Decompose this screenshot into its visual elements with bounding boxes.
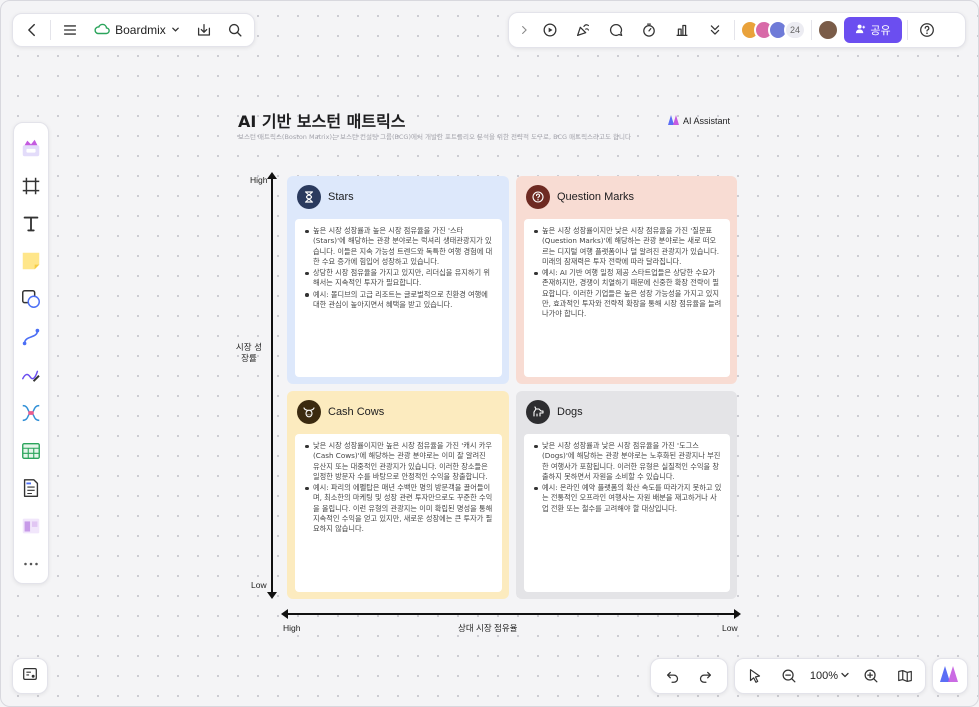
- left-toolbar: [13, 122, 49, 584]
- bullet-item: 높은 시장 성장률과 높은 시장 점유율을 가진 '스타(Stars)'에 해당…: [303, 226, 494, 267]
- y-axis-title: 시장 성장률: [235, 343, 263, 364]
- quadrant-dogs[interactable]: Dogs 낮은 시장 성장률과 낮은 시장 점유율을 가진 '도그스(Dogs)…: [516, 391, 737, 599]
- share-label: 공유: [870, 24, 891, 37]
- quadrant-title: Question Marks: [557, 191, 635, 203]
- quadrant-cash-cows[interactable]: Cash Cows 낮은 시장 성장률이지만 높은 시장 점유율을 가진 '캐시…: [287, 391, 509, 599]
- templates-icon[interactable]: [13, 129, 49, 167]
- bullet-item: 상당한 시장 점유율을 가지고 있지만, 리더십을 유지하기 위해서는 지속적인…: [303, 268, 494, 289]
- quadrant-content: 높은 시장 성장률과 높은 시장 점유율을 가진 '스타(Stars)'에 해당…: [295, 219, 502, 377]
- reaction-icon[interactable]: [569, 16, 597, 44]
- y-axis-high-label: High: [250, 175, 268, 185]
- question-icon: [526, 185, 550, 209]
- divider: [811, 20, 812, 40]
- mind-map-icon[interactable]: [13, 394, 49, 432]
- x-axis-title: 상대 시장 점유율: [458, 623, 518, 633]
- user-add-icon: [855, 23, 866, 37]
- ai-assistant-label: AI Assistant: [683, 116, 731, 126]
- cloud-icon: [94, 23, 110, 38]
- boardmix-ai-icon: [940, 666, 960, 686]
- help-icon[interactable]: [913, 16, 941, 44]
- map-icon[interactable]: [891, 662, 919, 690]
- chevron-right-icon[interactable]: [517, 16, 531, 44]
- cursor-icon[interactable]: [741, 662, 769, 690]
- bullet-item: 낮은 시장 성장률과 낮은 시장 점유율을 가진 '도그스(Dogs)'에 해당…: [532, 441, 722, 482]
- board-name-dropdown[interactable]: Boardmix: [88, 23, 186, 38]
- quadrant-content: 높은 시장 성장률이지만 낮은 시장 점유율을 가진 '질문표(Question…: [524, 219, 730, 377]
- x-axis-high-label: High: [283, 623, 301, 633]
- undo-icon[interactable]: [659, 662, 687, 690]
- quadrant-title: Dogs: [557, 406, 583, 418]
- board-title: AI 기반 보스턴 매트릭스: [238, 112, 406, 131]
- hourglass-icon: [297, 185, 321, 209]
- download-icon[interactable]: [192, 16, 217, 44]
- x-axis-low-label: Low: [722, 623, 738, 633]
- document-icon[interactable]: [13, 469, 49, 507]
- table-tool-icon[interactable]: [13, 432, 49, 470]
- zoom-toolbar: 100%: [734, 658, 926, 694]
- shape-tool-icon[interactable]: [13, 280, 49, 318]
- sticky-note-icon[interactable]: [13, 242, 49, 280]
- back-icon[interactable]: [19, 16, 44, 44]
- menu-icon[interactable]: [57, 16, 82, 44]
- vote-icon[interactable]: [668, 16, 696, 44]
- zoom-level: 100%: [809, 670, 839, 682]
- board-name: Boardmix: [115, 23, 166, 37]
- comment-icon[interactable]: [602, 16, 630, 44]
- quadrant-title: Cash Cows: [328, 406, 385, 418]
- user-avatar[interactable]: [817, 19, 839, 41]
- pen-tool-icon[interactable]: [13, 356, 49, 394]
- redo-icon[interactable]: [691, 662, 719, 690]
- divider: [907, 20, 908, 40]
- quadrant-content: 낮은 시장 성장률과 낮은 시장 점유율을 가진 '도그스(Dogs)'에 해당…: [524, 434, 730, 592]
- connector-tool-icon[interactable]: [13, 318, 49, 356]
- bullet-item: 높은 시장 성장률이지만 낮은 시장 점유율을 가진 '질문표(Question…: [532, 226, 722, 267]
- history-toolbar: [650, 658, 728, 694]
- bullet-item: 예시: 몰디브의 고급 리조트는 글로벌적으로 친환경 여행에 대한 관심이 높…: [303, 290, 494, 311]
- board-subtitle: 보스턴 매트릭스(Boston Matrix)는 보스턴 컨설팅 그룹(BCG)…: [238, 133, 631, 141]
- bullet-item: 예시: 파리의 에펠탑은 매년 수백만 명의 방문객을 끌어들이며, 최소한의 …: [303, 483, 494, 534]
- minimap-icon: [21, 665, 39, 687]
- kanban-icon[interactable]: [13, 507, 49, 545]
- collaborator-count: 24: [784, 20, 806, 40]
- boardmix-ai-icon: [668, 115, 680, 127]
- text-tool-icon[interactable]: [13, 205, 49, 243]
- minimap-button[interactable]: [12, 658, 48, 694]
- timer-icon[interactable]: [635, 16, 663, 44]
- bullet-item: 예시: AI 기반 여행 일정 제공 스타트업들은 상당한 수요가 존재하지만,…: [532, 268, 722, 319]
- quadrant-stars[interactable]: Stars 높은 시장 성장률과 높은 시장 점유율을 가진 '스타(Stars…: [287, 176, 509, 384]
- collaborator-avatars[interactable]: 24: [740, 20, 806, 40]
- zoom-out-icon[interactable]: [775, 662, 803, 690]
- top-left-toolbar: Boardmix: [12, 13, 255, 47]
- play-icon[interactable]: [536, 16, 564, 44]
- divider: [50, 20, 51, 40]
- bullet-item: 낮은 시장 성장률이지만 높은 시장 점유율을 가진 '캐시 카우(Cash C…: [303, 441, 494, 482]
- quadrant-question-marks[interactable]: Question Marks 높은 시장 성장률이지만 낮은 시장 점유율을 가…: [516, 176, 737, 384]
- ai-button[interactable]: [932, 658, 968, 694]
- bullet-item: 예시: 온라인 예약 플랫폼의 확산 속도를 따라가지 못하고 있는 전통적인 …: [532, 483, 722, 514]
- frame-tool-icon[interactable]: [13, 167, 49, 205]
- top-right-toolbar: 24 공유: [508, 12, 966, 48]
- search-icon[interactable]: [223, 16, 248, 44]
- y-axis: [267, 172, 277, 599]
- quadrant-title: Stars: [328, 191, 354, 203]
- more-tools-icon[interactable]: [13, 545, 49, 583]
- cow-icon: [297, 400, 321, 424]
- x-axis: [281, 609, 741, 619]
- share-button[interactable]: 공유: [844, 17, 902, 43]
- chevron-down-icon: [840, 670, 850, 683]
- zoom-in-icon[interactable]: [857, 662, 885, 690]
- expand-more-icon[interactable]: [701, 16, 729, 44]
- ai-assistant-tag[interactable]: AI Assistant: [668, 115, 730, 127]
- chevron-down-icon: [171, 23, 180, 37]
- divider: [734, 20, 735, 40]
- y-axis-low-label: Low: [251, 580, 267, 590]
- quadrant-content: 낮은 시장 성장률이지만 높은 시장 점유율을 가진 '캐시 카우(Cash C…: [295, 434, 502, 592]
- zoom-level-dropdown[interactable]: 100%: [810, 670, 850, 683]
- dog-icon: [526, 400, 550, 424]
